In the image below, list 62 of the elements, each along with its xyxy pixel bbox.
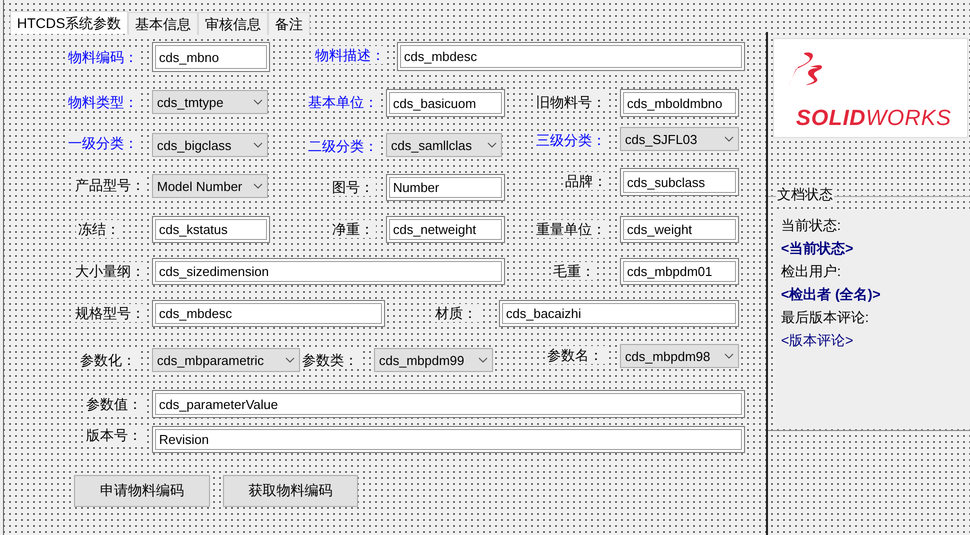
action-button[interactable]: 申请物料编码 — [74, 475, 210, 507]
text-field[interactable]: cds_netweight — [386, 216, 505, 243]
text-field[interactable]: cds_sizedimension — [152, 258, 505, 285]
text-field[interactable]: cds_subclass — [620, 168, 739, 196]
tab[interactable]: 备注 — [268, 12, 310, 35]
dropdown[interactable]: cds_mbpdm99 — [374, 348, 493, 372]
text-field[interactable]: cds_bacaizhi — [499, 300, 739, 327]
field-label: 二级分类： — [306, 137, 380, 155]
text-field[interactable]: cds_mbno — [152, 42, 270, 72]
field-label: 重量单位： — [534, 220, 608, 238]
chevron-down-icon — [478, 357, 488, 363]
field-label: 基本单位： — [306, 93, 380, 111]
field-label: 图号： — [330, 178, 376, 196]
field-label: 净重： — [330, 220, 376, 238]
dropdown[interactable]: Model Number — [152, 174, 268, 198]
text-field[interactable]: Number — [386, 174, 505, 201]
field-label: 参数化： — [78, 351, 138, 369]
text-field[interactable]: cds_basicuom — [386, 89, 505, 117]
field-label: 参数名： — [545, 346, 605, 364]
field-label: 三级分类： — [534, 131, 608, 149]
chevron-down-icon — [253, 142, 263, 148]
action-button[interactable]: 获取物料编码 — [223, 475, 358, 507]
text-field[interactable]: Revision — [152, 426, 745, 453]
chevron-down-icon — [285, 357, 295, 363]
text-field[interactable]: cds_mbdesc — [397, 42, 745, 71]
tab[interactable]: 审核信息 — [198, 12, 268, 35]
status-value: <版本评论> — [781, 331, 854, 349]
field-label: 旧物料号： — [534, 93, 608, 111]
dropdown[interactable]: cds_mbpdm98 — [620, 344, 739, 368]
tab[interactable]: 基本信息 — [128, 12, 198, 35]
dropdown[interactable]: cds_samllclas — [386, 133, 502, 157]
text-field[interactable]: cds_parameterValue — [152, 390, 745, 418]
text-field[interactable]: cds_kstatus — [152, 216, 270, 243]
chevron-down-icon — [487, 142, 497, 148]
group-title: 文档状态 — [776, 186, 834, 204]
field-label: 材质： — [433, 304, 479, 322]
dropdown[interactable]: cds_SJFL03 — [620, 127, 739, 151]
tab[interactable]: HTCDS系统参数 — [10, 11, 128, 34]
field-label: 一级分类： — [66, 134, 140, 152]
status-label: 当前状态: — [781, 216, 842, 234]
chevron-down-icon — [253, 183, 263, 189]
chevron-down-icon — [724, 353, 734, 359]
status-label: 最后版本评论: — [781, 308, 870, 326]
status-value: <检出者 (全名)> — [781, 285, 881, 303]
field-label: 参数类： — [300, 351, 360, 369]
status-label: 检出用户: — [781, 262, 842, 280]
dropdown[interactable]: cds_tmtype — [152, 90, 268, 114]
chevron-down-icon — [253, 99, 263, 105]
field-label: 冻结： — [76, 220, 122, 238]
field-label: 物料类型： — [66, 93, 140, 111]
chevron-down-icon — [724, 136, 734, 142]
dropdown[interactable]: cds_mbparametric — [152, 348, 300, 372]
logo-text: SOLIDWORKS — [796, 105, 952, 131]
status-value: <当前状态> — [781, 239, 854, 257]
text-field[interactable]: cds_mbdesc — [152, 300, 385, 327]
text-field[interactable]: cds_mboldmbno — [620, 89, 739, 117]
dropdown[interactable]: cds_bigclass — [152, 133, 268, 157]
field-label: 版本号： — [84, 426, 144, 444]
field-label: 参数值： — [84, 395, 144, 413]
text-field[interactable]: cds_weight — [620, 216, 739, 243]
field-label: 物料编码： — [66, 48, 140, 66]
text-field[interactable]: cds_mbpdm01 — [620, 258, 739, 285]
